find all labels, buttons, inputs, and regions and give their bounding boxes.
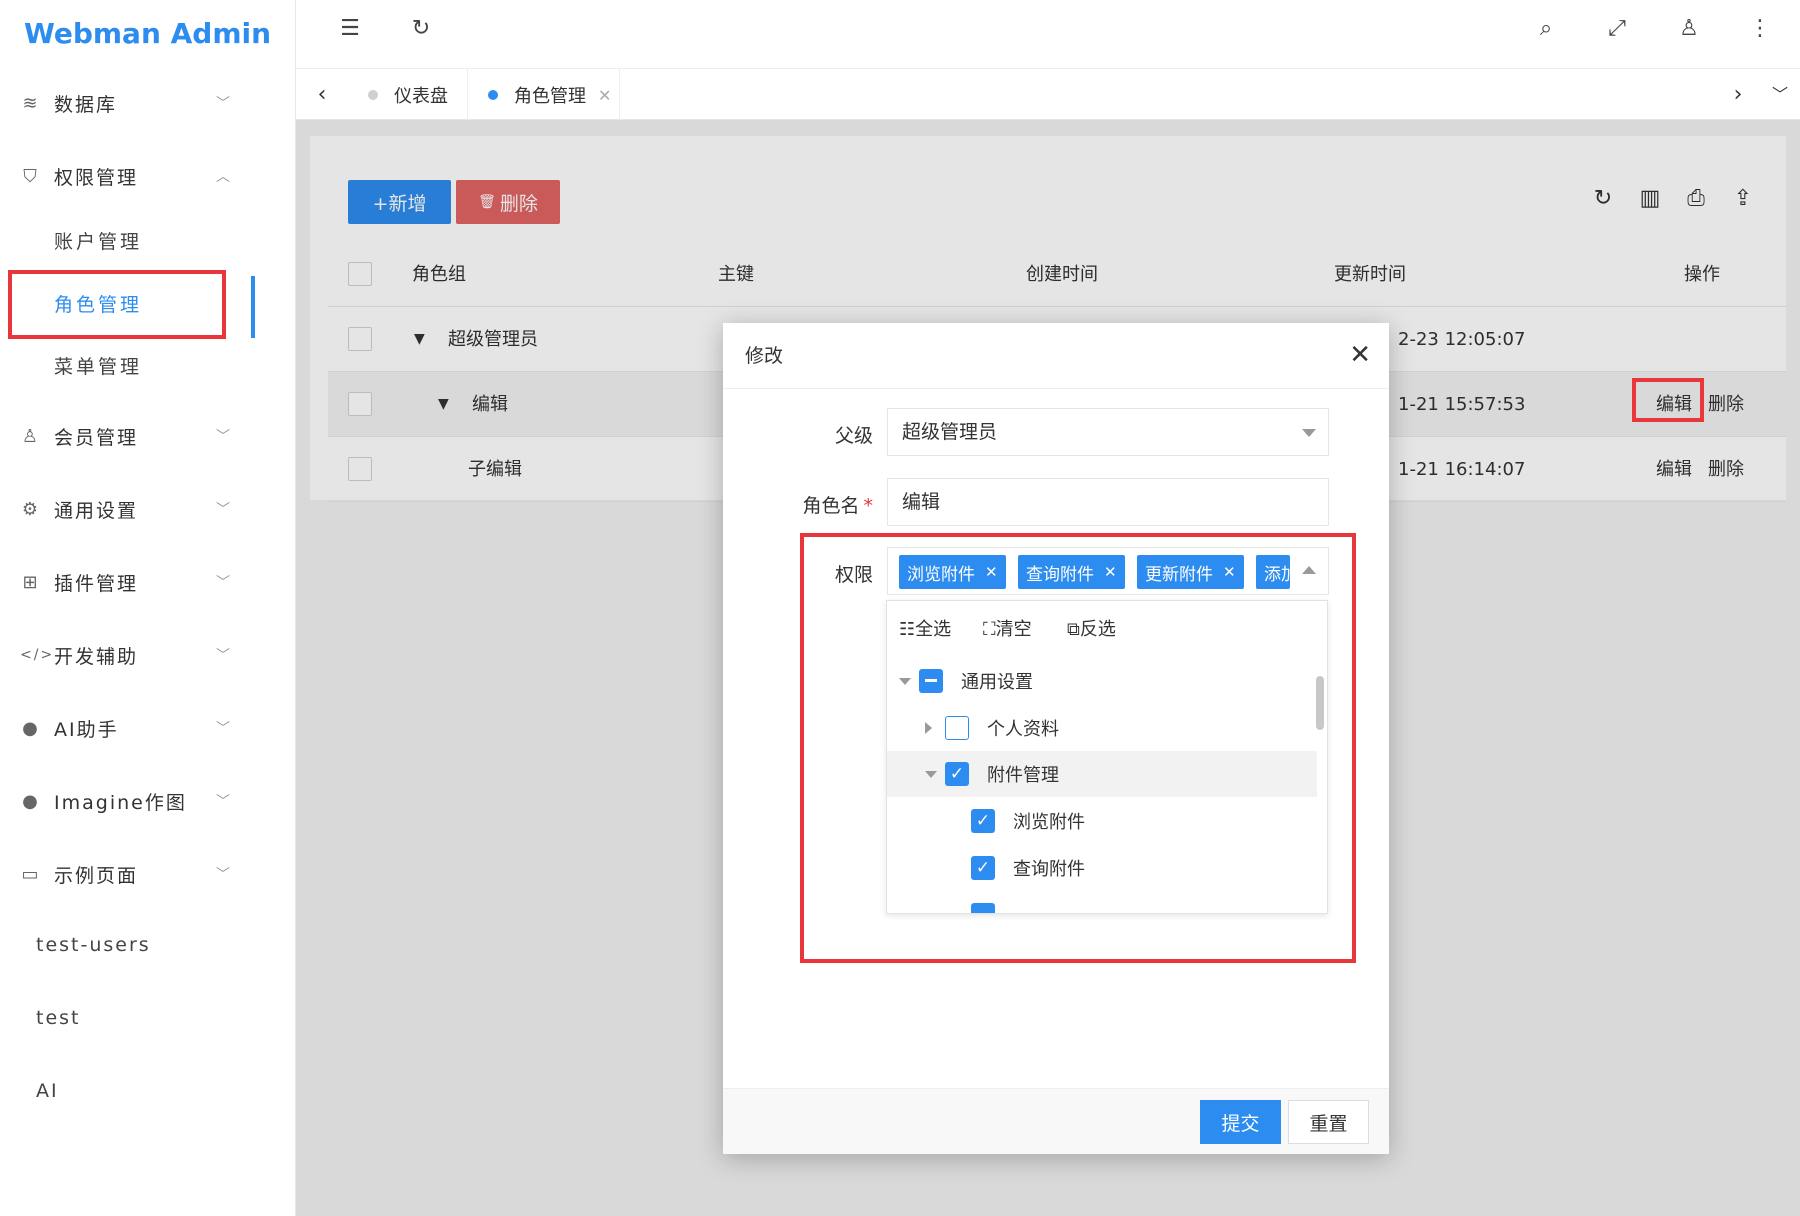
tab-dashboard[interactable]: 仪表盘 [368, 69, 468, 121]
tab-bar: ‹ 仪表盘 角色管理 ✕ › ﹀ [296, 68, 1800, 121]
role-name-input[interactable]: 编辑 [887, 478, 1329, 526]
android-icon: ● [22, 790, 40, 812]
user-icon: ♙ [21, 425, 41, 447]
modal-header: 修改 ✕ [723, 323, 1389, 389]
sidebar-item-ai-assistant[interactable]: ● AI助手 ﹀ [0, 700, 260, 756]
parent-select[interactable]: 超级管理员 [887, 408, 1329, 456]
parent-label: 父级 [834, 425, 873, 447]
top-header: ☰ ↻ ⌕ ⤢ ♙ ⋮ [296, 0, 1800, 68]
chevron-up-icon: ︿ [216, 169, 232, 185]
active-indicator [251, 276, 255, 338]
tab-dot [368, 90, 378, 100]
parent-value: 超级管理员 [902, 421, 998, 443]
sidebar-subitem-menus[interactable]: 菜单管理 [54, 345, 142, 389]
sidebar-item-label: 权限管理 [54, 166, 139, 189]
sidebar-item-test[interactable]: test [36, 1007, 81, 1029]
tab-dot [488, 90, 498, 100]
fullscreen-icon[interactable]: ⤢ [1602, 16, 1632, 41]
sidebar-item-label: 通用设置 [54, 499, 139, 522]
tab-label: 仪表盘 [394, 86, 448, 107]
sidebar-item-label: 示例页面 [54, 864, 139, 887]
app-logo: Webman Admin [23, 17, 272, 50]
close-icon[interactable]: ✕ [1349, 341, 1371, 369]
highlight-box [800, 533, 1356, 963]
gear-icon: ⚙ [21, 498, 41, 520]
pages-icon: ▭ [21, 863, 41, 885]
close-icon[interactable]: ✕ [598, 86, 611, 105]
code-icon: </> [20, 647, 55, 663]
chevron-down-icon: ﹀ [216, 502, 232, 518]
sidebar-item-permissions[interactable]: ⛉ 权限管理 ︿ [0, 148, 260, 204]
highlight-box [1632, 378, 1704, 422]
submit-button[interactable]: 提交 [1200, 1100, 1281, 1144]
layers-icon: ≋ [22, 92, 40, 114]
sidebar-item-label: AI助手 [54, 718, 119, 741]
tab-label: 角色管理 [514, 86, 586, 107]
search-icon[interactable]: ⌕ [1531, 16, 1561, 41]
user-icon[interactable]: ♙ [1674, 16, 1704, 41]
refresh-icon[interactable]: ↻ [406, 16, 436, 41]
android-icon: ● [22, 717, 40, 739]
chevron-down-icon: ﹀ [216, 721, 232, 737]
role-name-label-text: 角色名 [802, 495, 860, 517]
sidebar-item-database[interactable]: ≋ 数据库 ﹀ [0, 75, 260, 131]
sidebar-item-label: Imagine作图 [54, 791, 187, 814]
tab-roles[interactable]: 角色管理 ✕ [468, 69, 620, 121]
chevron-down-icon[interactable]: ﹀ [1760, 69, 1800, 121]
sidebar-item-label: 会员管理 [54, 426, 139, 449]
sidebar-item-label: 插件管理 [54, 572, 139, 595]
modal-title: 修改 [745, 345, 784, 367]
sidebar: Webman Admin ≋ 数据库 ﹀ ⛉ 权限管理 ︿ 账户管理 角色管理 … [0, 0, 296, 1216]
sidebar-item-ai[interactable]: AI [36, 1080, 59, 1102]
reset-button[interactable]: 重置 [1288, 1100, 1369, 1144]
chevron-down-icon: ﹀ [216, 575, 232, 591]
sidebar-subitem-accounts[interactable]: 账户管理 [54, 220, 142, 264]
tab-prev-icon[interactable]: ‹ [296, 69, 348, 121]
apps-icon: ⊞ [22, 571, 40, 593]
chevron-down-icon: ﹀ [216, 648, 232, 664]
role-name-label: 角色名 * [763, 491, 873, 518]
dropdown-arrow-icon [1302, 429, 1316, 437]
sidebar-item-label: 开发辅助 [54, 645, 139, 668]
sidebar-item-members[interactable]: ♙ 会员管理 ﹀ [0, 408, 260, 464]
sidebar-item-plugins[interactable]: ⊞ 插件管理 ﹀ [0, 554, 260, 610]
sidebar-item-examples[interactable]: ▭ 示例页面 ﹀ [0, 846, 260, 902]
chevron-down-icon: ﹀ [216, 867, 232, 883]
sidebar-item-imagine[interactable]: ● Imagine作图 ﹀ [0, 773, 260, 829]
more-icon[interactable]: ⋮ [1745, 16, 1775, 41]
required-mark: * [863, 495, 874, 517]
highlight-box [8, 270, 226, 339]
sidebar-item-devtools[interactable]: </> 开发辅助 ﹀ [0, 627, 260, 683]
sidebar-item-test-users[interactable]: test-users [36, 934, 151, 956]
shield-icon: ⛉ [23, 165, 39, 187]
chevron-down-icon: ﹀ [216, 429, 232, 445]
chevron-down-icon: ﹀ [216, 794, 232, 810]
sidebar-item-label: 数据库 [54, 93, 118, 116]
sidebar-item-settings[interactable]: ⚙ 通用设置 ﹀ [0, 481, 260, 537]
menu-fold-icon[interactable]: ☰ [335, 16, 365, 41]
chevron-down-icon: ﹀ [216, 96, 232, 112]
tab-next-icon[interactable]: › [1712, 69, 1764, 121]
